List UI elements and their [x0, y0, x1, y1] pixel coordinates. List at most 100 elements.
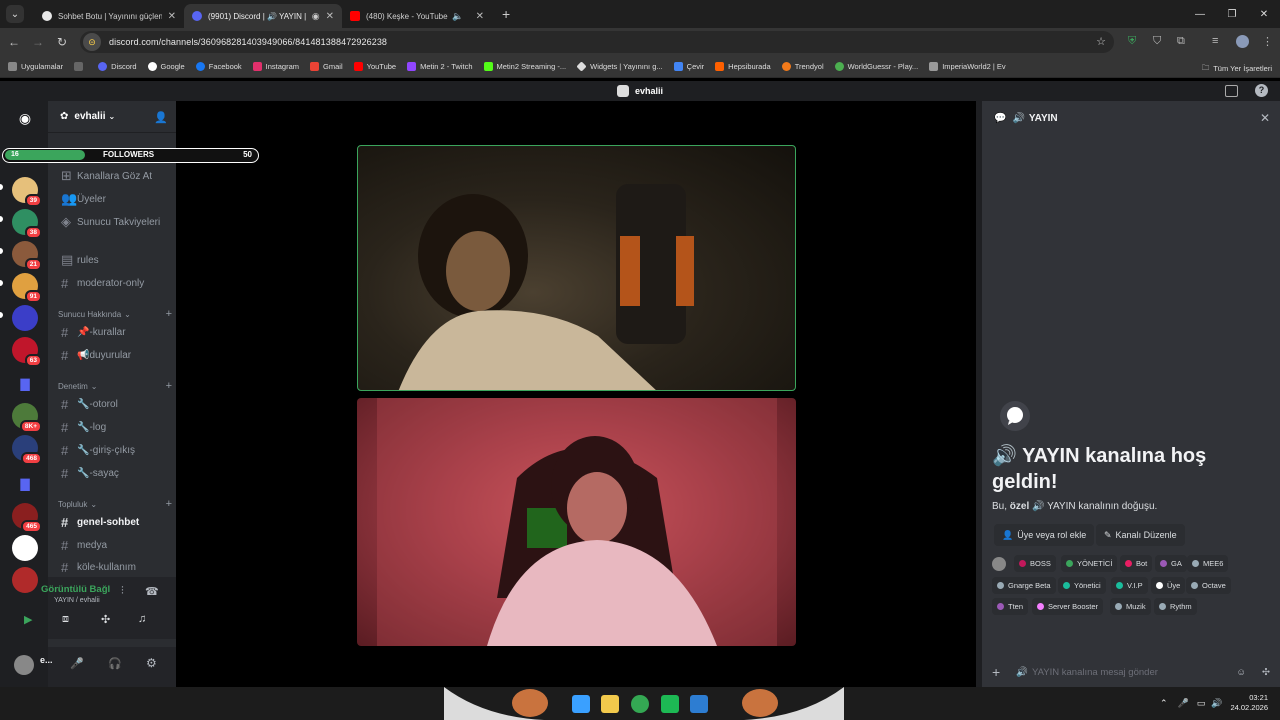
maximize-icon[interactable]: ❐ — [1216, 9, 1248, 20]
channel-browse[interactable]: ⊞ Kanallara Göz At — [56, 166, 174, 186]
close-tab-icon[interactable]: ✕ — [162, 11, 176, 22]
channel-sayac[interactable]: # 🔧-sayaç — [56, 463, 174, 483]
inbox-icon[interactable] — [1225, 85, 1238, 97]
help-icon[interactable]: ? — [1255, 84, 1268, 97]
server-icon[interactable]: 38 — [12, 209, 42, 239]
chrome-taskbar-icon[interactable] — [631, 695, 649, 713]
tab-discord[interactable]: (9901) Discord | 🔊 YAYIN | ... ◉ ✕ — [184, 4, 342, 28]
bookmark-grid[interactable] — [74, 62, 87, 71]
headphones-icon[interactable]: 🎧 — [108, 657, 122, 670]
bookmark-metin2-streaming[interactable]: Metin2 Streaming -... — [483, 62, 566, 71]
extension-icon[interactable]: ⛉ — [1153, 35, 1161, 48]
bookmark-facebook[interactable]: Facebook — [195, 62, 242, 71]
add-channel-icon[interactable]: + — [166, 308, 172, 320]
bookmark-google[interactable]: Google — [147, 62, 185, 71]
channel-rules[interactable]: ▤ rules — [56, 250, 174, 270]
bookmark-star-icon[interactable]: ☆ — [1096, 35, 1106, 48]
role-tag[interactable]: V.I.P — [1111, 577, 1148, 594]
channel-moderator-only[interactable]: # moderator-only — [56, 273, 174, 293]
category-topluluk[interactable]: Topluluk ⌄ + — [58, 498, 172, 510]
bookmark-gmail[interactable]: Gmail — [310, 62, 343, 71]
role-tag[interactable]: MEE6 — [1187, 555, 1229, 572]
server-folder-icon[interactable]: ▇ — [12, 371, 38, 397]
role-tag[interactable]: Tten — [992, 598, 1029, 615]
back-icon[interactable]: ← — [2, 35, 26, 49]
bookmark-translate[interactable]: Çevir — [673, 62, 704, 71]
voice-channel-name[interactable]: YAYIN / evhalii — [54, 597, 100, 604]
category-sunucu-hakkinda[interactable]: Sunucu Hakkında ⌄ + — [58, 308, 172, 320]
settings-gear-icon[interactable]: ⚙ — [146, 656, 157, 670]
all-bookmarks[interactable]: 🗀 Tüm Yer İşaretleri — [1202, 62, 1272, 75]
channel-kole-kullanim[interactable]: # köle-kullanım — [56, 557, 174, 577]
chrome-menu-icon[interactable]: ⋮ — [1262, 35, 1273, 48]
role-tag[interactable]: Octave — [1186, 577, 1231, 594]
channel-otorol[interactable]: # 🔧-otorol — [56, 394, 174, 414]
role-tag[interactable]: Muzik — [1110, 598, 1151, 615]
tab-search-icon[interactable]: ⌄ — [6, 5, 24, 23]
discord-home-icon[interactable]: ◉ — [12, 105, 38, 131]
bookmark-imperiaworld[interactable]: ImperiaWorld2 | Ev — [929, 62, 1006, 71]
add-attachment-icon[interactable]: + — [992, 664, 1000, 680]
voice-activity-icon[interactable]: ⫶ — [121, 585, 124, 598]
video-tile-participant-1[interactable] — [357, 145, 796, 391]
reload-icon[interactable]: ↻ — [50, 35, 74, 49]
media-control-icon[interactable]: ≡ — [1212, 35, 1218, 47]
add-channel-icon[interactable]: + — [166, 498, 172, 510]
file-explorer-icon[interactable] — [601, 695, 619, 713]
video-tile-participant-2[interactable] — [357, 398, 796, 646]
role-tag[interactable]: Üye — [1151, 577, 1186, 594]
server-icon[interactable]: 91 — [12, 273, 42, 303]
bookmark-hepsiburada[interactable]: Hepsiburada — [715, 62, 771, 71]
emoji-icon[interactable]: ☺ — [1236, 667, 1246, 678]
role-tag[interactable]: YÖNETİCİ — [1061, 555, 1118, 572]
bookmark-worldguessr[interactable]: WorldGuessr - Play... — [834, 62, 918, 71]
close-tab-icon[interactable]: ✕ — [320, 11, 334, 22]
role-tag[interactable]: GA — [1155, 555, 1187, 572]
server-icon[interactable] — [12, 535, 38, 561]
category-denetim[interactable]: Denetim ⌄ + — [58, 380, 172, 392]
channel-server-boosts[interactable]: ◈ Sunucu Takviyeleri — [56, 212, 174, 232]
soundboard-icon[interactable]: ♫ — [138, 613, 146, 625]
add-channel-icon[interactable]: + — [166, 380, 172, 392]
voice-status[interactable]: Görüntülü Bağl — [41, 584, 110, 595]
server-icon[interactable] — [12, 567, 38, 593]
edit-channel-button[interactable]: ✎ Kanalı Düzenle — [1096, 524, 1185, 546]
role-tag[interactable]: Yönetici — [1058, 577, 1106, 594]
microphone-icon[interactable]: 🎤 — [70, 657, 84, 670]
close-tab-icon[interactable]: ✕ — [470, 11, 484, 22]
network-icon[interactable]: ▭ — [1197, 698, 1206, 709]
audio-playing-icon[interactable]: 🔈 — [452, 11, 463, 22]
screen-share-icon[interactable]: ⧈ — [62, 613, 69, 626]
channel-giris-cikis[interactable]: # 🔧-giriş-çıkış — [56, 440, 174, 460]
new-tab-button[interactable]: + — [502, 6, 510, 22]
server-icon[interactable] — [12, 305, 38, 331]
server-icon[interactable]: 21 — [12, 241, 42, 271]
server-icon[interactable]: 468 — [12, 435, 42, 465]
user-name[interactable]: e... — [40, 655, 53, 665]
channel-genel-sohbet[interactable]: # genel-sohbet — [56, 512, 174, 532]
clock[interactable]: 03:21 24.02.2026 — [1230, 693, 1268, 713]
server-icon[interactable]: 8K+ — [12, 403, 42, 433]
message-input[interactable]: + 🔊 YAYIN kanalına mesaj gönder ☺ ✣ — [992, 663, 1270, 681]
role-tag[interactable]: Bot — [1120, 555, 1153, 572]
channel-kurallar[interactable]: # 📌-kurallar — [56, 322, 174, 342]
apps-icon[interactable]: ✣ — [1262, 667, 1270, 678]
role-tag[interactable]: Server Booster — [1032, 598, 1104, 615]
server-icon[interactable]: 63 — [12, 337, 42, 367]
address-bar[interactable]: ⊝ discord.com/channels/36096828140394906… — [80, 31, 1114, 53]
site-info-icon[interactable]: ⊝ — [83, 33, 101, 51]
server-icon[interactable]: 465 — [12, 503, 42, 533]
windows-start-icon[interactable] — [572, 695, 590, 713]
bookmark-apps[interactable]: Uygulamalar — [8, 62, 63, 71]
tab-youtube[interactable]: (480) Keşke - YouTube 🔈 ✕ — [342, 4, 492, 28]
close-icon[interactable]: ✕ — [1260, 111, 1270, 125]
bookmark-instagram[interactable]: Instagram — [252, 62, 299, 71]
microphone-icon[interactable]: 🎤 — [1178, 698, 1189, 709]
channel-log[interactable]: # 🔧-log — [56, 417, 174, 437]
channel-duyurular[interactable]: # 📢duyurular — [56, 345, 174, 365]
bookmark-twitch[interactable]: Metin 2 - Twitch — [407, 62, 473, 71]
disconnect-icon[interactable]: ☎ — [145, 585, 159, 598]
avatar[interactable] — [14, 655, 34, 675]
forward-icon[interactable]: → — [26, 35, 50, 49]
tab-sohbet-botu[interactable]: Sohbet Botu | Yayınını güçlendi... ✕ — [34, 4, 184, 28]
